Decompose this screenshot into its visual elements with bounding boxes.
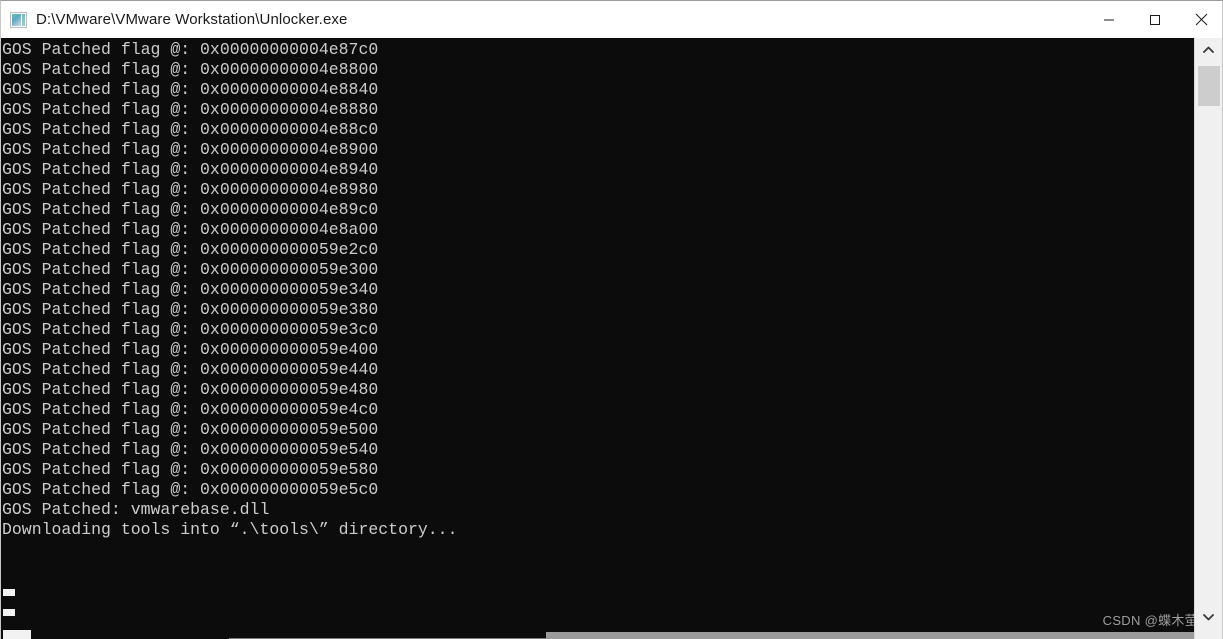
console-body[interactable]: GOS Patched flag @: 0x00000000004e87c0 GO… (1, 38, 1222, 639)
vertical-scrollbar-track[interactable] (1195, 62, 1222, 605)
scrollbar-corner (1194, 628, 1222, 639)
title-bar[interactable]: D:\VMware\VMware Workstation\Unlocker.ex… (1, 1, 1222, 38)
console-icon-left-pane (12, 13, 21, 26)
console-output: GOS Patched flag @: 0x00000000004e87c0 GO… (1, 38, 1196, 629)
console-line: GOS Patched flag @: 0x000000000059e580 (2, 460, 379, 479)
console-line: GOS Patched flag @: 0x00000000004e8840 (2, 80, 379, 99)
horizontal-scrollbar[interactable] (1, 629, 1196, 639)
console-window-icon (10, 11, 27, 28)
console-icon-right-pane (22, 13, 25, 26)
vertical-scrollbar[interactable] (1194, 38, 1222, 639)
scroll-down-button[interactable] (1195, 605, 1222, 629)
watermark-text: CSDN @蝶木萤 (1102, 613, 1198, 628)
console-line: GOS Patched flag @: 0x000000000059e380 (2, 300, 379, 319)
console-line: GOS Patched flag @: 0x000000000059e3c0 (2, 320, 379, 339)
close-button[interactable] (1178, 1, 1222, 38)
console-line: GOS Patched flag @: 0x00000000004e8940 (2, 160, 379, 179)
console-cursor (3, 609, 15, 616)
console-line: GOS Patched flag @: 0x00000000004e88c0 (2, 120, 379, 139)
console-line: GOS Patched: vmwarebase.dll (2, 500, 270, 519)
console-line: GOS Patched flag @: 0x000000000059e400 (2, 340, 379, 359)
close-icon (1195, 13, 1207, 26)
console-line: GOS Patched flag @: 0x000000000059e480 (2, 380, 379, 399)
window-controls (1086, 1, 1222, 38)
console-line: GOS Patched flag @: 0x00000000004e87c0 (2, 40, 379, 59)
console-line: GOS Patched flag @: 0x00000000004e8980 (2, 180, 379, 199)
chevron-up-icon (1203, 46, 1214, 53)
console-line: GOS Patched flag @: 0x000000000059e500 (2, 420, 379, 439)
console-line: GOS Patched flag @: 0x000000000059e340 (2, 280, 379, 299)
console-window: D:\VMware\VMware Workstation\Unlocker.ex… (0, 0, 1223, 639)
console-line: GOS Patched flag @: 0x00000000004e8800 (2, 60, 379, 79)
console-line: GOS Patched flag @: 0x000000000059e300 (2, 260, 379, 279)
minimize-button[interactable] (1086, 1, 1132, 38)
chevron-down-icon (1203, 614, 1214, 621)
vertical-scrollbar-thumb[interactable] (1198, 66, 1220, 106)
console-line: GOS Patched flag @: 0x00000000004e8900 (2, 140, 379, 159)
horizontal-scrollbar-track[interactable] (546, 632, 1196, 639)
console-line: GOS Patched flag @: 0x00000000004e89c0 (2, 200, 379, 219)
console-line: GOS Patched flag @: 0x000000000059e540 (2, 440, 379, 459)
console-line: Downloading tools into “.\tools\” direct… (2, 520, 458, 539)
console-line: GOS Patched flag @: 0x000000000059e2c0 (2, 240, 379, 259)
scroll-up-button[interactable] (1195, 38, 1222, 62)
maximize-icon (1150, 14, 1160, 25)
window-title: D:\VMware\VMware Workstation\Unlocker.ex… (36, 11, 348, 28)
console-line: GOS Patched flag @: 0x000000000059e440 (2, 360, 379, 379)
console-line: GOS Patched flag @: 0x000000000059e4c0 (2, 400, 379, 419)
minimize-icon (1104, 19, 1114, 20)
console-line: GOS Patched flag @: 0x000000000059e5c0 (2, 480, 379, 499)
maximize-button[interactable] (1132, 1, 1178, 38)
console-line: GOS Patched flag @: 0x00000000004e8880 (2, 100, 379, 119)
horizontal-scrollbar-thumb[interactable] (3, 630, 31, 639)
console-line: GOS Patched flag @: 0x00000000004e8a00 (2, 220, 379, 239)
console-cursor-mark (3, 589, 15, 596)
